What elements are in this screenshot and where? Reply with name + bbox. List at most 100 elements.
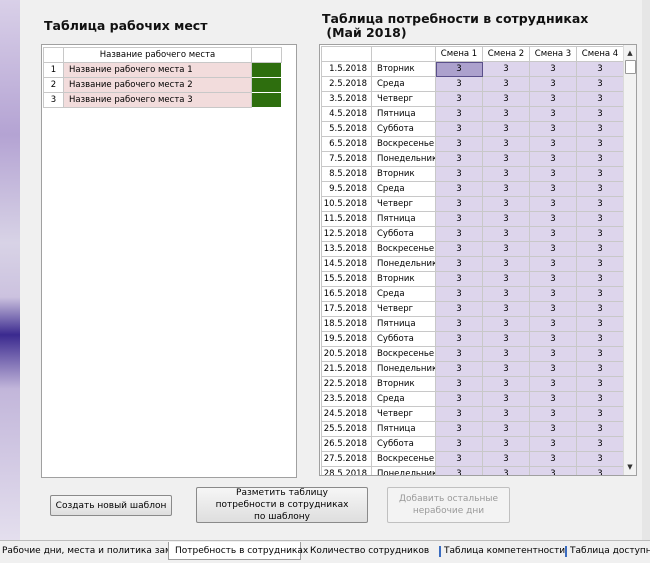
tab-staff-count[interactable]: Количество сотрудников: [304, 542, 432, 560]
workplace-row[interactable]: 3 Название рабочего места 3: [43, 92, 282, 108]
schedule-row[interactable]: 13.5.2018 Воскресенье 3 3 3 3: [321, 241, 624, 257]
shift-demand-cell[interactable]: 3: [529, 166, 577, 182]
workplace-name-cell[interactable]: Название рабочего места 2: [63, 77, 252, 93]
shift-demand-cell[interactable]: 3: [576, 256, 624, 272]
shift-demand-cell[interactable]: 3: [529, 331, 577, 347]
shift-demand-cell[interactable]: 3: [435, 226, 483, 242]
workplace-row[interactable]: 2 Название рабочего места 2: [43, 77, 282, 93]
shift-demand-cell[interactable]: 3: [576, 391, 624, 407]
workplace-color-cell[interactable]: [251, 62, 282, 78]
schedule-row[interactable]: 26.5.2018 Суббота 3 3 3 3: [321, 436, 624, 452]
shift-demand-cell[interactable]: 3: [576, 211, 624, 227]
shift-demand-cell[interactable]: 3: [529, 346, 577, 362]
shift-demand-cell[interactable]: 3: [529, 466, 577, 475]
shift-demand-cell[interactable]: 3: [576, 241, 624, 257]
schedule-row[interactable]: 21.5.2018 Понедельник 3 3 3 3: [321, 361, 624, 377]
shift-demand-cell[interactable]: 3: [529, 196, 577, 212]
schedule-row[interactable]: 23.5.2018 Среда 3 3 3 3: [321, 391, 624, 407]
shift-demand-cell[interactable]: 3: [529, 361, 577, 377]
schedule-row[interactable]: 5.5.2018 Суббота 3 3 3 3: [321, 121, 624, 137]
schedule-row[interactable]: 28.5.2018 Понедельник 3 3 3 3: [321, 466, 624, 475]
shift-column-header[interactable]: Смена 4: [576, 46, 624, 62]
shift-demand-cell[interactable]: 3: [482, 451, 530, 467]
shift-demand-cell[interactable]: 3: [482, 406, 530, 422]
shift-demand-cell[interactable]: 3: [482, 346, 530, 362]
shift-demand-cell[interactable]: 3: [529, 406, 577, 422]
shift-column-header[interactable]: Смена 2: [482, 46, 530, 62]
shift-demand-cell[interactable]: 3: [482, 331, 530, 347]
shift-demand-cell[interactable]: 3: [529, 256, 577, 272]
shift-demand-cell[interactable]: 3: [482, 61, 530, 77]
shift-demand-cell[interactable]: 3: [576, 121, 624, 137]
schedule-row[interactable]: 7.5.2018 Понедельник 3 3 3 3: [321, 151, 624, 167]
tab-availability[interactable]: Таблица доступности: [562, 542, 650, 560]
shift-demand-cell[interactable]: 3: [529, 106, 577, 122]
shift-demand-cell[interactable]: 3: [529, 211, 577, 227]
shift-demand-cell[interactable]: 3: [529, 121, 577, 137]
schedule-row[interactable]: 6.5.2018 Воскресенье 3 3 3 3: [321, 136, 624, 152]
shift-demand-cell[interactable]: 3: [435, 346, 483, 362]
schedule-row[interactable]: 11.5.2018 Пятница 3 3 3 3: [321, 211, 624, 227]
shift-demand-cell[interactable]: 3: [482, 166, 530, 182]
shift-demand-cell[interactable]: 3: [482, 361, 530, 377]
shift-demand-cell[interactable]: 3: [576, 286, 624, 302]
shift-demand-cell[interactable]: 3: [435, 301, 483, 317]
shift-demand-cell[interactable]: 3: [435, 421, 483, 437]
schedule-row[interactable]: 4.5.2018 Пятница 3 3 3 3: [321, 106, 624, 122]
workplace-color-cell[interactable]: [251, 77, 282, 93]
shift-demand-cell[interactable]: 3: [435, 166, 483, 182]
shift-demand-cell[interactable]: 3: [482, 391, 530, 407]
shift-demand-cell[interactable]: 3: [576, 106, 624, 122]
scroll-thumb[interactable]: [625, 60, 636, 74]
schedule-row[interactable]: 14.5.2018 Понедельник 3 3 3 3: [321, 256, 624, 272]
shift-demand-cell[interactable]: 3: [576, 91, 624, 107]
shift-demand-cell[interactable]: 3: [576, 436, 624, 452]
shift-demand-cell[interactable]: 3: [529, 271, 577, 287]
schedule-row[interactable]: 3.5.2018 Четверг 3 3 3 3: [321, 91, 624, 107]
workplace-name-cell[interactable]: Название рабочего места 3: [63, 92, 252, 108]
schedule-row[interactable]: 24.5.2018 Четверг 3 3 3 3: [321, 406, 624, 422]
schedule-row[interactable]: 2.5.2018 Среда 3 3 3 3: [321, 76, 624, 92]
mark-by-template-button[interactable]: Разметить таблицу потребности в сотрудни…: [196, 487, 368, 523]
shift-demand-cell[interactable]: 3: [435, 196, 483, 212]
scroll-down-icon[interactable]: ▼: [624, 461, 636, 473]
shift-demand-cell[interactable]: 3: [576, 61, 624, 77]
shift-demand-cell[interactable]: 3: [435, 376, 483, 392]
shift-demand-cell[interactable]: 3: [529, 76, 577, 92]
shift-demand-cell[interactable]: 3: [576, 271, 624, 287]
shift-demand-cell[interactable]: 3: [482, 316, 530, 332]
schedule-row[interactable]: 15.5.2018 Вторник 3 3 3 3: [321, 271, 624, 287]
tab-working-days[interactable]: Рабочие дни, места и политика замены: [0, 542, 190, 560]
schedule-row[interactable]: 17.5.2018 Четверг 3 3 3 3: [321, 301, 624, 317]
schedule-table[interactable]: Смена 1 Смена 2 Смена 3 Смена 4 1.5.2018 Вто…: [321, 46, 624, 475]
shift-demand-cell[interactable]: 3: [435, 436, 483, 452]
shift-demand-cell[interactable]: 3: [482, 226, 530, 242]
schedule-row[interactable]: 27.5.2018 Воскресенье 3 3 3 3: [321, 451, 624, 467]
shift-demand-cell[interactable]: 3: [435, 91, 483, 107]
shift-demand-cell[interactable]: 3: [576, 316, 624, 332]
shift-demand-cell[interactable]: 3: [482, 196, 530, 212]
shift-column-header[interactable]: Смена 1: [435, 46, 483, 62]
shift-demand-cell[interactable]: 3: [576, 136, 624, 152]
shift-demand-cell[interactable]: 3: [529, 136, 577, 152]
shift-demand-cell[interactable]: 3: [435, 151, 483, 167]
shift-demand-cell[interactable]: 3: [435, 106, 483, 122]
workplaces-table[interactable]: Название рабочего места 1 Название рабоче…: [43, 47, 282, 108]
workplace-row[interactable]: 1 Название рабочего места 1: [43, 62, 282, 78]
shift-demand-cell[interactable]: 3: [529, 421, 577, 437]
shift-demand-cell[interactable]: 3: [529, 226, 577, 242]
schedule-row[interactable]: 20.5.2018 Воскресенье 3 3 3 3: [321, 346, 624, 362]
create-template-button[interactable]: Создать новый шаблон: [50, 495, 172, 516]
shift-demand-cell[interactable]: 3: [482, 91, 530, 107]
shift-demand-cell[interactable]: 3: [482, 121, 530, 137]
shift-demand-cell[interactable]: 3: [576, 76, 624, 92]
shift-demand-cell[interactable]: 3: [529, 61, 577, 77]
shift-demand-cell[interactable]: 3: [576, 331, 624, 347]
shift-demand-cell[interactable]: 3: [435, 211, 483, 227]
shift-demand-cell[interactable]: 3: [435, 61, 483, 77]
schedule-row[interactable]: 19.5.2018 Суббота 3 3 3 3: [321, 331, 624, 347]
shift-demand-cell[interactable]: 3: [529, 241, 577, 257]
workplace-name-cell[interactable]: Название рабочего места 1: [63, 62, 252, 78]
shift-demand-cell[interactable]: 3: [482, 376, 530, 392]
schedule-row[interactable]: 25.5.2018 Пятница 3 3 3 3: [321, 421, 624, 437]
